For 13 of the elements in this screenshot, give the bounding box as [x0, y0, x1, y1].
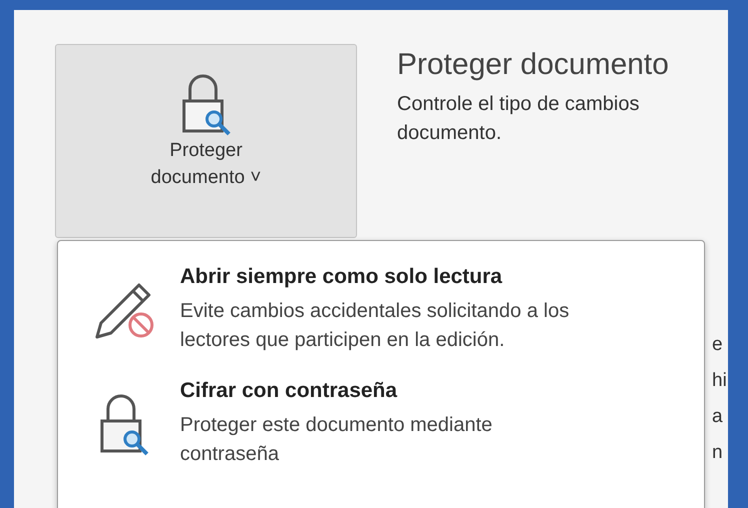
section-title: Proteger documento	[397, 48, 669, 82]
menu-item-description: Proteger este documento mediante contraseña	[180, 413, 494, 467]
menu-item-title[interactable]: Abrir siempre como solo lectura	[180, 265, 590, 289]
button-label-line: Proteger	[170, 139, 242, 163]
menu-item-title[interactable]: Cifrar con contraseña	[180, 379, 590, 403]
section-description: Controle el tipo de cambios documento.	[397, 92, 640, 146]
background-text: a	[712, 405, 724, 429]
background-text: hi	[712, 369, 727, 393]
background-text: e	[712, 333, 724, 357]
background-text: n	[712, 441, 724, 465]
button-label-line: documento ˅	[150, 166, 262, 190]
protect-document-button[interactable]: Proteger documento ˅	[55, 44, 357, 238]
menu-item-description: Evite cambios accidentales solicitando a los lectores que participen en la edición.	[180, 299, 570, 353]
